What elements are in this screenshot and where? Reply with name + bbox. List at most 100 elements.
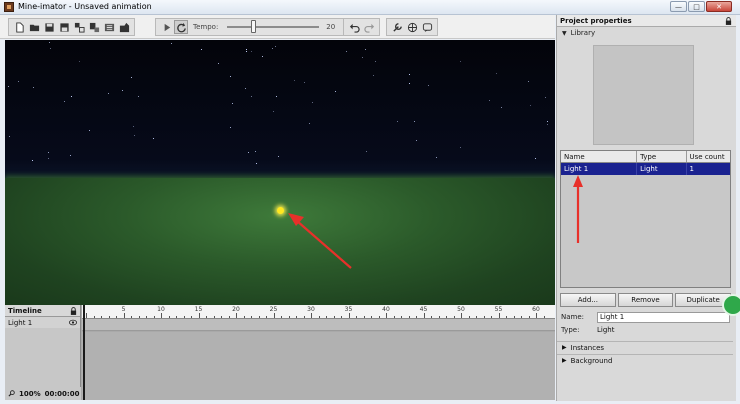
save-as-icon[interactable] <box>57 20 71 34</box>
star <box>373 75 374 76</box>
play-icon[interactable] <box>159 20 173 34</box>
tempo-slider[interactable] <box>227 20 320 33</box>
name-field-row: Name: Light 1 <box>561 311 730 323</box>
star <box>8 86 9 87</box>
star <box>50 48 51 49</box>
magnifier-icon[interactable] <box>8 390 15 397</box>
ruler-tick <box>161 313 162 318</box>
star <box>108 93 109 94</box>
star <box>278 156 279 157</box>
name-input[interactable]: Light 1 <box>597 311 730 323</box>
ruler-tick <box>303 316 305 318</box>
column-header-use-count[interactable]: Use count <box>687 151 730 162</box>
ruler-tick-label: 10 <box>157 306 165 313</box>
star <box>535 158 536 159</box>
star <box>218 63 219 64</box>
star <box>48 158 49 159</box>
column-header-type[interactable]: Type <box>637 151 687 162</box>
lock-icon[interactable] <box>725 17 732 25</box>
star <box>171 43 172 44</box>
star <box>256 163 257 164</box>
loop-icon[interactable] <box>174 20 188 34</box>
timeline-ruler[interactable]: 5 10 15 20 25 30 35 40 45 50 55 60 <box>82 305 555 319</box>
ruler-tick <box>288 316 290 318</box>
timeline-row[interactable]: Light 1 <box>5 317 80 328</box>
render-icon[interactable] <box>87 20 101 34</box>
timeline-track-light-1[interactable] <box>82 319 555 331</box>
triangle-down-icon: ▼ <box>562 29 567 37</box>
star <box>18 81 19 82</box>
lock-icon[interactable] <box>70 307 77 315</box>
properties-panel: Project properties ▼ Library Name Type U… <box>556 15 740 401</box>
background-label: Background <box>570 356 613 365</box>
ruler-tick-label: 30 <box>307 306 315 313</box>
floating-green-badge[interactable] <box>722 294 740 316</box>
ruler-tick-label: 15 <box>194 306 203 313</box>
close-button[interactable]: ✕ <box>706 1 732 12</box>
save-icon[interactable] <box>42 20 56 34</box>
star <box>134 135 135 136</box>
properties-header: Project properties <box>557 15 736 27</box>
annotation-arrow-table <box>573 175 583 243</box>
ruler-tick <box>401 316 402 318</box>
ruler-tick <box>513 316 515 318</box>
ruler-tick-label: 50 <box>457 306 465 313</box>
remove-button[interactable]: Remove <box>617 293 674 307</box>
wrench-icon[interactable] <box>390 20 404 34</box>
star <box>232 103 233 104</box>
import-icon[interactable] <box>72 20 86 34</box>
ruler-tick <box>386 313 387 318</box>
library-preview <box>593 45 694 145</box>
ruler-tick <box>183 316 185 318</box>
star <box>122 90 123 91</box>
star <box>33 87 34 88</box>
globe-icon[interactable] <box>405 20 419 34</box>
minimize-button[interactable]: — <box>670 1 687 12</box>
ruler-tick <box>446 316 447 318</box>
timeline-header: Timeline <box>5 305 80 317</box>
ruler-tick <box>206 316 207 318</box>
table-row[interactable]: Light 1 Light 1 <box>561 163 730 175</box>
maximize-button[interactable]: □ <box>688 1 705 12</box>
ruler-tick <box>393 316 395 318</box>
star <box>230 76 231 77</box>
ruler-tick <box>423 313 425 318</box>
star <box>409 83 410 84</box>
redo-icon[interactable] <box>362 20 376 34</box>
star <box>428 85 429 86</box>
tempo-slider-thumb[interactable] <box>251 20 257 33</box>
ruler-tick <box>341 316 342 318</box>
ruler-tick <box>93 316 95 318</box>
open-folder-icon[interactable] <box>27 20 41 34</box>
eye-icon[interactable] <box>69 319 77 326</box>
ruler-tick <box>416 316 417 318</box>
ruler-tick <box>138 316 140 318</box>
star <box>501 107 502 108</box>
export-icon[interactable] <box>117 20 131 34</box>
grass-ground <box>5 178 555 305</box>
properties-title: Project properties <box>560 16 632 25</box>
add-button[interactable]: Add... <box>560 293 616 307</box>
library-section-toggle[interactable]: ▼ Library <box>557 27 736 39</box>
column-header-name[interactable]: Name <box>561 151 638 162</box>
scene-viewport[interactable] <box>5 40 555 305</box>
timeline-empty-area[interactable] <box>82 332 555 400</box>
window-controls: — □ ✕ <box>670 1 732 13</box>
mine-imator-window: Mine-imator - Unsaved animation — □ ✕ Te… <box>0 0 740 404</box>
background-section-toggle[interactable]: ▶ Background <box>557 354 733 366</box>
library-table: Name Type Use count Light 1 Light 1 <box>560 150 731 288</box>
undo-icon[interactable] <box>347 20 361 34</box>
timeline-zoom: 100% <box>19 389 41 398</box>
light-object[interactable] <box>277 207 284 214</box>
ruler-tick <box>198 313 200 318</box>
star <box>79 61 80 62</box>
star <box>131 77 132 78</box>
timeline-title: Timeline <box>8 306 42 315</box>
timeline-panel: Timeline Light 1 100% 00:00:00 5 10 15 20 25… <box>5 305 555 400</box>
playhead-marker[interactable] <box>83 305 85 400</box>
library-icon[interactable] <box>102 20 116 34</box>
ruler-tick <box>468 316 470 318</box>
instances-section-toggle[interactable]: ▶ Instances <box>557 341 733 353</box>
help-icon[interactable] <box>420 20 434 34</box>
new-document-icon[interactable] <box>12 20 26 34</box>
